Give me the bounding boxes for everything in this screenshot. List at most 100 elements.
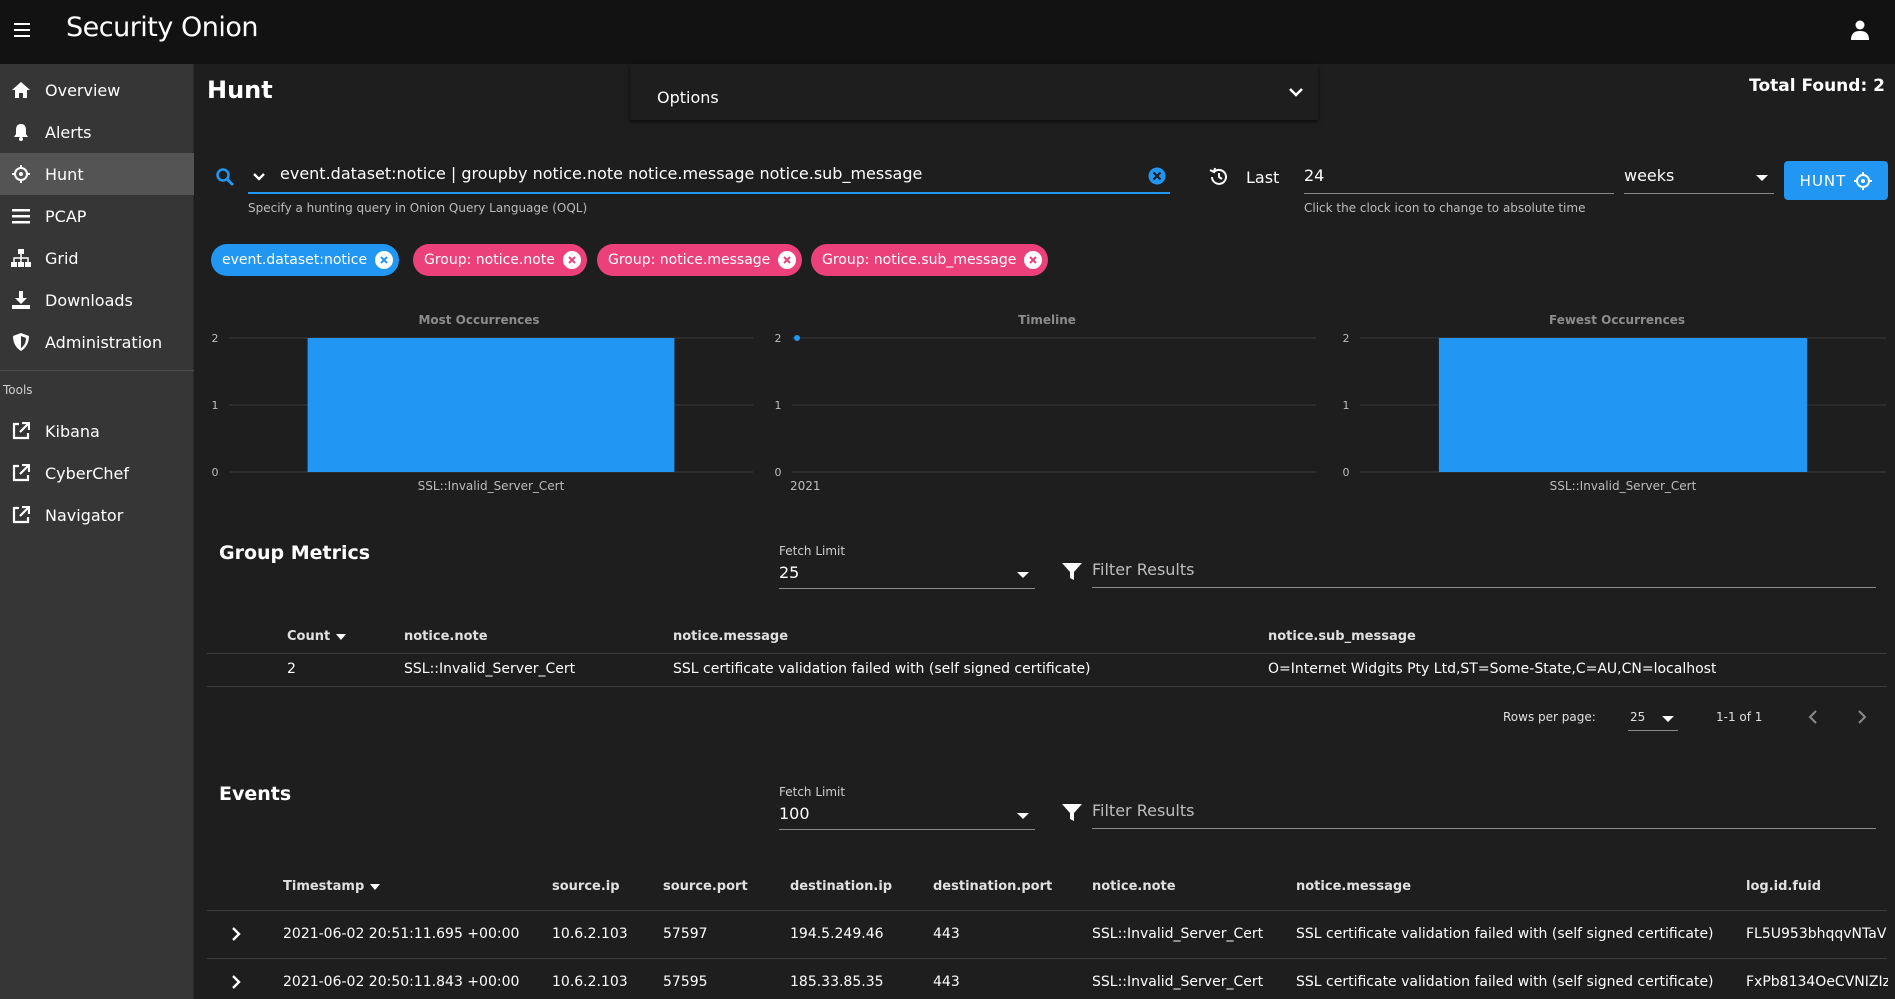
column-header[interactable]: notice.sub_message [1268,629,1416,644]
y-tick-label: 2 [775,332,782,345]
fetch-limit-label: Fetch Limit [779,785,846,799]
group-chip[interactable]: Group: notice.sub_message [811,244,1049,276]
sidebar-item-hunt[interactable]: Hunt [0,153,194,195]
hamburger-icon[interactable] [14,23,30,37]
sidebar-item-alerts[interactable]: Alerts [0,111,194,153]
most-occurrences-chart: 0 1 2SSL::Invalid_Server_Cert [212,332,753,493]
filter-results-field [1092,556,1876,588]
filter-results-input[interactable] [1092,560,1862,579]
sidebar-item-pcap[interactable]: PCAP [0,195,194,237]
group-chip[interactable]: Group: notice.message [597,244,803,276]
column-header[interactable]: notice.message [673,629,788,644]
table-cell: SSL certificate validation failed with (… [1296,974,1714,990]
external-link-icon [10,504,32,526]
sidebar-item-grid[interactable]: Grid [0,237,194,279]
account-icon[interactable] [1851,20,1869,40]
sidebar-item-downloads[interactable]: Downloads [0,279,194,321]
data-point [794,335,800,341]
table-cell: 10.6.2.103 [552,974,628,990]
column-header[interactable]: destination.port [933,879,1052,894]
caret-down-icon [1662,716,1674,722]
table-cell: SSL certificate validation failed with (… [673,661,1091,677]
table-divider [207,653,1887,654]
table-cell: 57595 [663,974,708,990]
column-header[interactable]: log.id.fuid [1746,879,1821,894]
column-header[interactable]: destination.ip [790,879,892,894]
timeline-chart: 0 1 2 2021 [775,332,1316,493]
close-icon[interactable] [778,251,797,269]
table-cell: 194.5.249.46 [790,926,884,942]
rows-per-page-select[interactable]: 25 [1628,707,1678,731]
table-divider [207,686,1887,687]
table-cell: 57597 [663,926,708,942]
chevron-left-icon[interactable] [1803,707,1823,727]
fetch-limit-select[interactable]: 100 [779,802,1035,830]
relative-time-input[interactable] [1304,166,1604,185]
group-chip[interactable]: Group: notice.note [413,244,587,276]
relative-time-field [1304,160,1614,194]
sidebar-item-label: Alerts [45,122,92,142]
table-cell: SSL certificate validation failed with (… [1296,926,1714,942]
top-app-bar: Security Onion [0,0,1895,64]
sidebar-item-label: PCAP [45,206,87,226]
sidebar-item-cyberchef[interactable]: CyberChef [0,452,194,494]
chevron-right-icon[interactable] [228,926,244,942]
sidebar-item-kibana[interactable]: Kibana [0,410,194,452]
sidebar-item-label: Downloads [45,290,133,310]
fewest-occurrences-chart: 0 1 2SSL::Invalid_Server_Cert [1343,332,1886,493]
table-divider [207,910,1887,911]
clear-icon[interactable] [1148,167,1166,185]
chevron-right-icon[interactable] [1852,707,1872,727]
time-hint: Click the clock icon to change to absolu… [1304,201,1586,215]
chevron-down-icon[interactable] [252,172,266,182]
sidebar-item-overview[interactable]: Overview [0,69,194,111]
query-input[interactable] [280,164,1130,183]
time-units-select[interactable]: weeks [1624,160,1774,194]
bell-icon [10,121,32,143]
table-cell: FxPb8134OeCVNIZIz [1746,974,1888,990]
y-tick-label: 2 [212,332,219,345]
query-field [248,160,1170,194]
column-header[interactable]: notice.message [1296,879,1411,894]
hunt-button[interactable]: HUNT [1784,161,1888,200]
search-icon [216,168,234,186]
sidebar-item-label: Grid [45,248,79,268]
list-icon [10,205,32,227]
table-divider [207,958,1887,959]
bar [1438,338,1808,472]
sidebar-item-label: Hunt [45,164,84,184]
sidebar: Overview Alerts Hunt PCAP Grid Downloads [0,64,194,999]
options-expander[interactable]: Options [630,64,1318,120]
close-icon[interactable] [375,251,394,269]
column-header[interactable]: source.ip [552,879,620,894]
fetch-limit-select[interactable]: 25 [779,561,1035,589]
app-logo: Security Onion [66,12,258,43]
chevron-right-icon[interactable] [228,974,244,990]
column-header-count[interactable]: Count [287,629,347,644]
chart-title: Most Occurrences [418,313,540,327]
close-icon[interactable] [562,251,581,269]
close-icon[interactable] [1024,251,1043,269]
filter-results-input[interactable] [1092,801,1862,820]
column-header[interactable]: notice.note [404,629,488,644]
crosshairs-icon [1854,171,1873,190]
table-cell: 443 [933,926,960,942]
column-header[interactable]: source.port [663,879,748,894]
x-tick-label: 2021 [790,479,821,493]
external-link-icon [10,420,32,442]
sitemap-icon [10,247,32,269]
x-tick-label: SSL::Invalid_Server_Cert [418,479,565,493]
y-tick-label: 1 [212,399,219,412]
table-cell: 2 [287,661,296,677]
history-icon[interactable] [1209,167,1229,187]
filter-chip[interactable]: event.dataset:notice [211,244,400,276]
chart-title: Fewest Occurrences [1548,313,1685,327]
caret-down-icon [1017,572,1029,578]
column-header-timestamp[interactable]: Timestamp [283,879,381,894]
column-header[interactable]: notice.note [1092,879,1176,894]
fetch-limit-value: 100 [779,804,810,823]
sidebar-item-navigator[interactable]: Navigator [0,494,194,536]
y-tick-label: 0 [775,466,782,479]
sidebar-item-administration[interactable]: Administration [0,321,194,363]
hunt-button-label: HUNT [1799,171,1847,190]
